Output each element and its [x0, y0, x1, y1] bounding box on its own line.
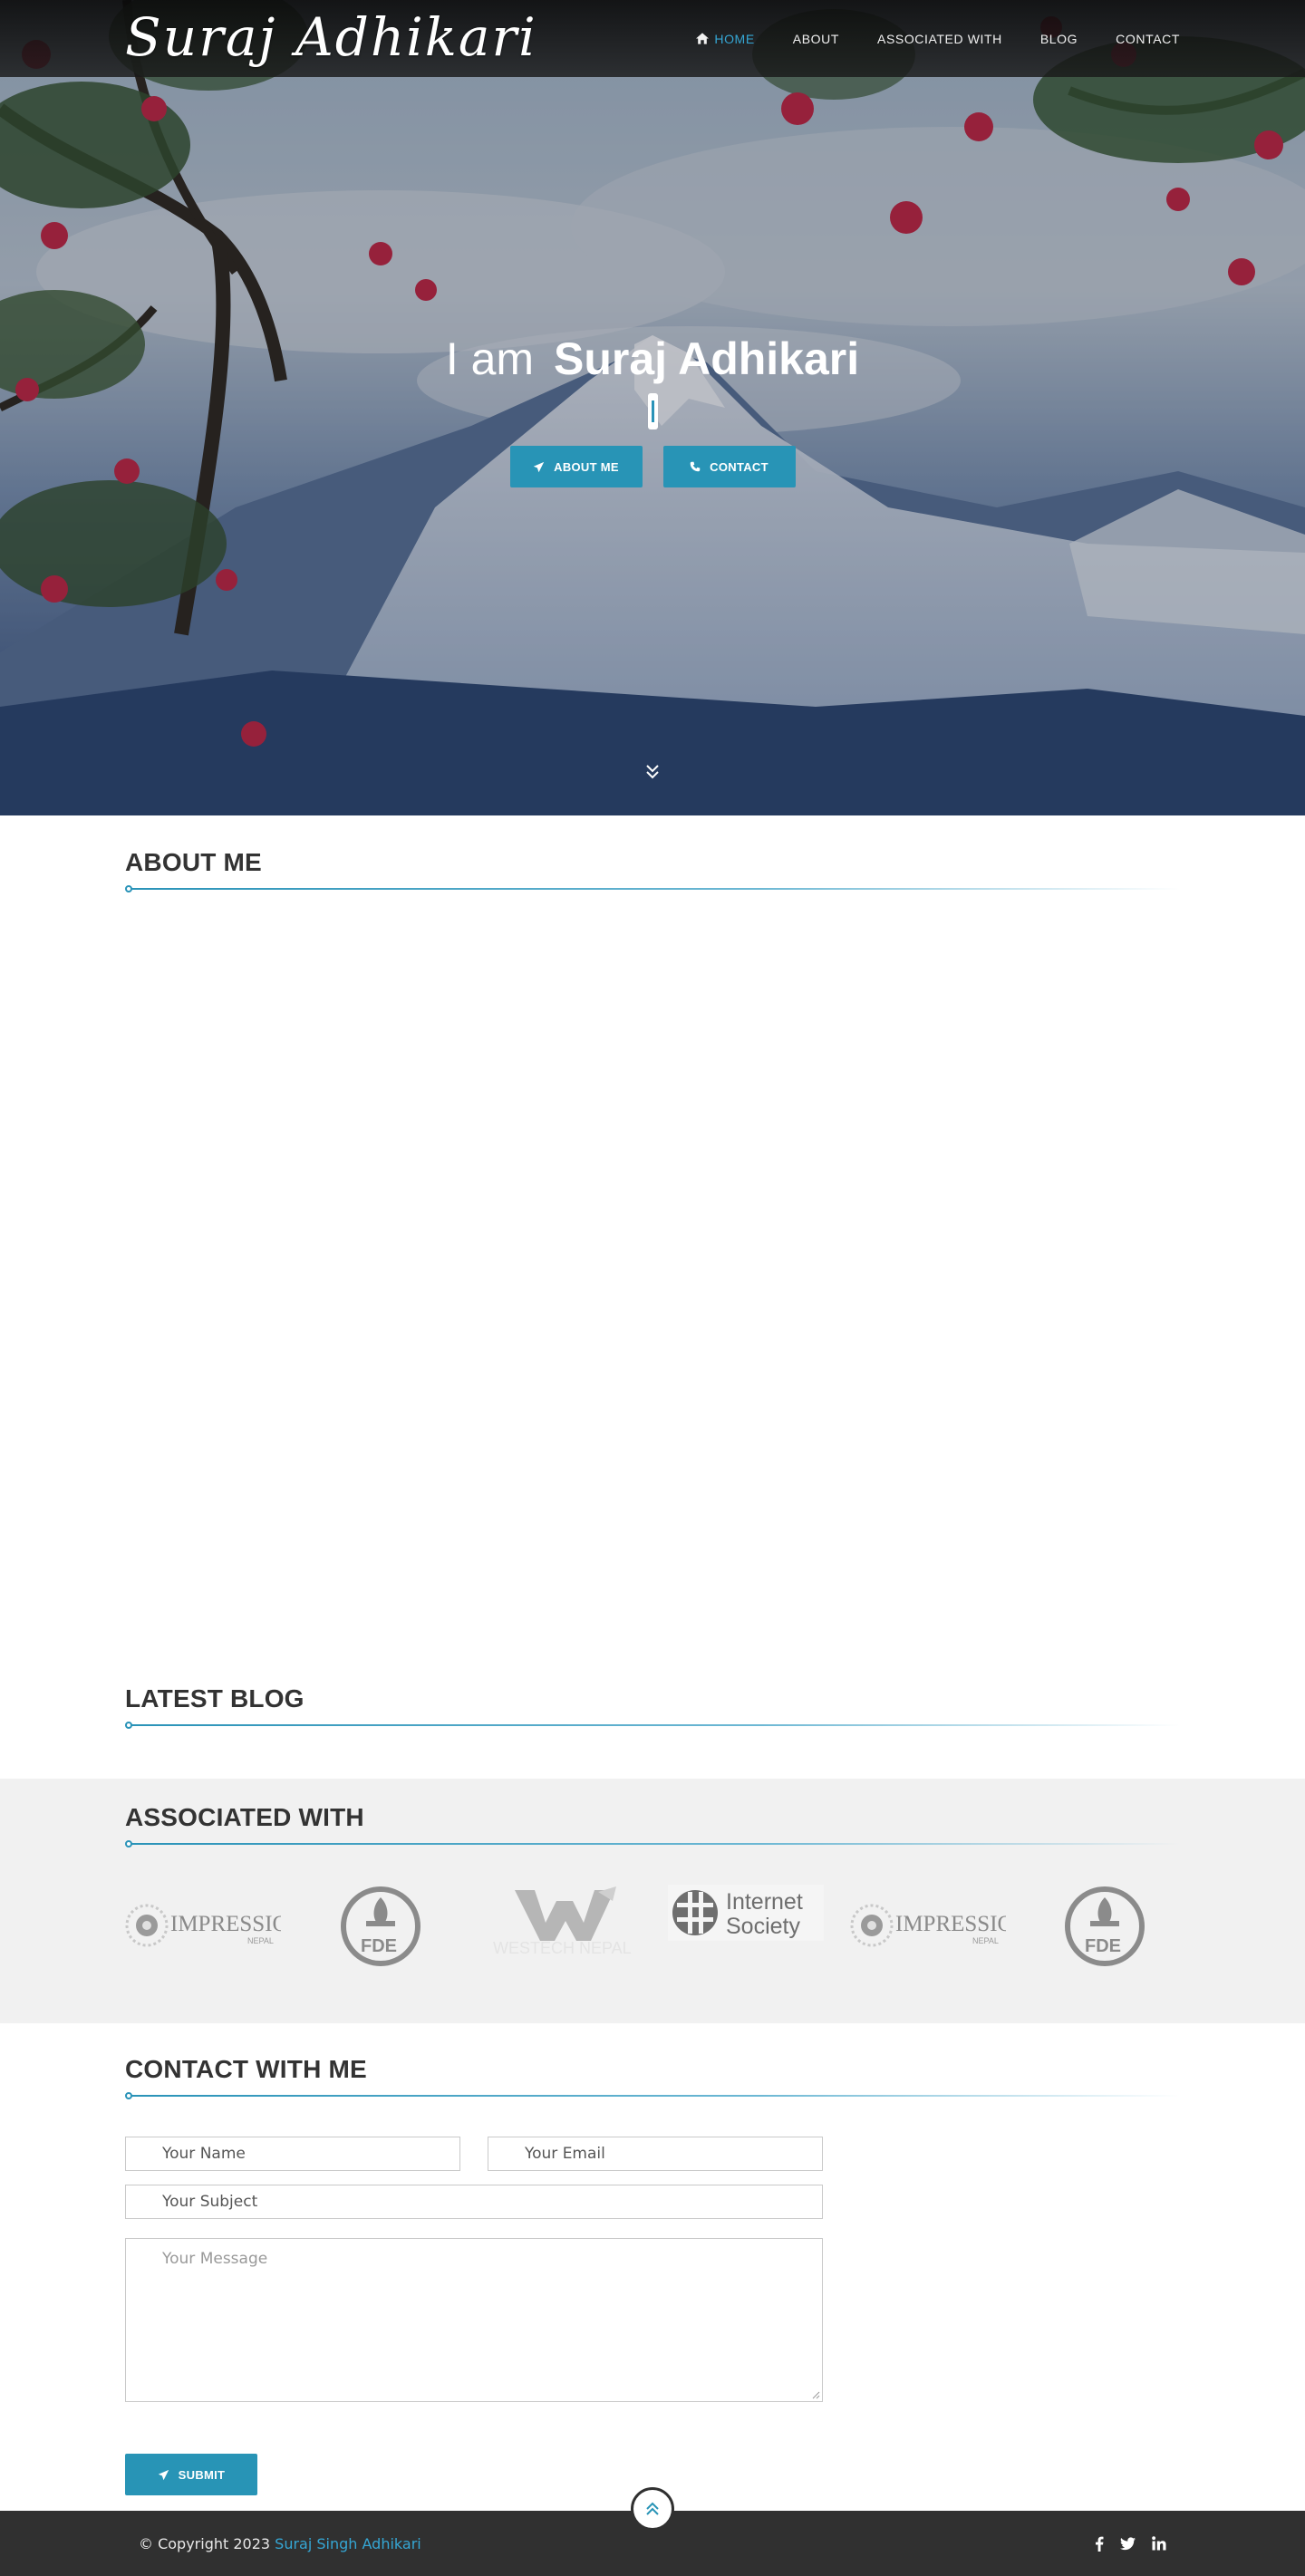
logo-fde[interactable]: FDE — [1063, 1885, 1146, 1968]
copyright: © Copyright 2023 Suraj Singh Adhikari — [139, 2535, 421, 2552]
logo-fde-text: FDE — [361, 1936, 397, 1956]
submit-button-label: SUBMIT — [178, 2467, 226, 2482]
message-field-placeholder: Your Message — [162, 2250, 268, 2268]
logo-society-text: Society — [726, 1914, 800, 1939]
nav-link-blog[interactable]: BLOG — [1040, 32, 1078, 46]
associated-title: ASSOCIATED WITH — [125, 1803, 364, 1831]
section-divider — [125, 2091, 1180, 2100]
contact-button-label: CONTACT — [710, 459, 768, 474]
about-title: ABOUT ME — [125, 848, 262, 876]
nav-item-about: ABOUT — [793, 32, 839, 46]
logo-impression-nepal[interactable]: IMPRESSION NEPAL — [125, 1898, 281, 1953]
subject-field-placeholder: Your Subject — [162, 2193, 258, 2211]
logo-impression-sub: NEPAL — [972, 1936, 999, 1945]
logo-internet-society[interactable]: Internet Society — [668, 1885, 824, 1941]
logo-westech-nepal[interactable]: WESTECH NEPAL — [489, 1885, 642, 1957]
logo-impression-text: IMPRESSION — [170, 1912, 281, 1936]
nav-item-contact: CONTACT — [1116, 32, 1180, 46]
hero-prefix: I am — [445, 333, 535, 384]
double-chevron-up-icon — [646, 2502, 659, 2515]
nav-link-associated[interactable]: ASSOCIATED WITH — [877, 32, 1002, 46]
section-divider — [125, 1721, 1180, 1730]
paper-plane-icon — [158, 2469, 169, 2480]
logo-carousel[interactable]: IMPRESSION NEPAL FDE WESTECH NEPAL — [125, 1885, 1180, 1993]
nav-item-blog: BLOG — [1040, 32, 1078, 46]
name-field-placeholder: Your Name — [162, 2145, 246, 2163]
hero-heading: I am Suraj Adhikari — [0, 326, 1305, 391]
logo-fde-text: FDE — [1085, 1936, 1121, 1956]
contact-title: CONTACT WITH ME — [125, 2055, 367, 2083]
submit-button[interactable]: SUBMIT — [125, 2454, 257, 2495]
navbar: Suraj Adhikari HOME ABOUT ASSOCIATED WIT… — [0, 0, 1305, 77]
section-divider — [125, 1839, 1180, 1848]
hero-name: Suraj Adhikari — [554, 333, 860, 384]
back-to-top-button[interactable] — [631, 2487, 674, 2531]
nav-label-home: HOME — [714, 31, 755, 46]
about-me-button-label: ABOUT ME — [554, 459, 619, 474]
about-section: ABOUT ME — [125, 848, 1180, 893]
nav-item-associated: ASSOCIATED WITH — [877, 32, 1002, 46]
logo-impression-sub: NEPAL — [247, 1936, 274, 1945]
section-divider — [125, 884, 1180, 893]
hero-content: I am Suraj Adhikari ABOUT ME CONTACT — [0, 326, 1305, 487]
linkedin-icon[interactable] — [1152, 2536, 1166, 2551]
double-chevron-down-icon[interactable] — [645, 764, 660, 780]
copyright-text: © Copyright 2023 — [139, 2534, 271, 2552]
name-field[interactable]: Your Name — [125, 2137, 460, 2171]
message-field[interactable]: Your Message — [125, 2238, 823, 2402]
associated-section: ASSOCIATED WITH IMPRESSION NEPAL FDE — [0, 1779, 1305, 2023]
about-me-button[interactable]: ABOUT ME — [509, 446, 643, 487]
contact-form: Your Name Your Email Your Subject Your M… — [125, 2137, 823, 2499]
email-field-placeholder: Your Email — [525, 2145, 605, 2163]
home-icon — [696, 33, 710, 44]
blog-section: LATEST BLOG — [125, 1684, 1180, 1730]
email-field[interactable]: Your Email — [488, 2137, 823, 2171]
twitter-icon[interactable] — [1120, 2536, 1136, 2551]
contact-button[interactable]: CONTACT — [662, 446, 796, 487]
paper-plane-icon — [533, 461, 545, 472]
nav-link-contact[interactable]: CONTACT — [1116, 32, 1180, 46]
hero-buttons: ABOUT ME CONTACT — [0, 446, 1305, 487]
resize-handle-icon[interactable] — [811, 2390, 820, 2399]
phone-icon — [690, 461, 701, 472]
nav-item-home: HOME — [696, 32, 754, 46]
nav-menu: HOME ABOUT ASSOCIATED WITH BLOG CONTACT — [658, 32, 1180, 46]
hero-section: I am Suraj Adhikari ABOUT ME CONTACT — [0, 0, 1305, 815]
typing-cursor — [647, 393, 658, 429]
blog-title: LATEST BLOG — [125, 1684, 304, 1713]
nav-link-about[interactable]: ABOUT — [793, 32, 839, 46]
social-links — [1078, 2536, 1166, 2552]
subject-field[interactable]: Your Subject — [125, 2185, 823, 2219]
logo-fde[interactable]: FDE — [339, 1885, 422, 1968]
logo-internet-text: Internet — [726, 1889, 803, 1915]
facebook-icon[interactable] — [1095, 2536, 1104, 2552]
logo-impression-nepal[interactable]: IMPRESSION NEPAL — [850, 1898, 1006, 1953]
brand-logo[interactable]: Suraj Adhikari — [125, 11, 537, 63]
contact-section: CONTACT WITH ME Your Name Your Email You… — [125, 2055, 1180, 2499]
logo-westech-text: WESTECH NEPAL — [493, 1939, 632, 1957]
author-link[interactable]: Suraj Singh Adhikari — [275, 2535, 421, 2552]
nav-link-home[interactable]: HOME — [696, 32, 754, 46]
logo-impression-text: IMPRESSION — [895, 1912, 1006, 1936]
